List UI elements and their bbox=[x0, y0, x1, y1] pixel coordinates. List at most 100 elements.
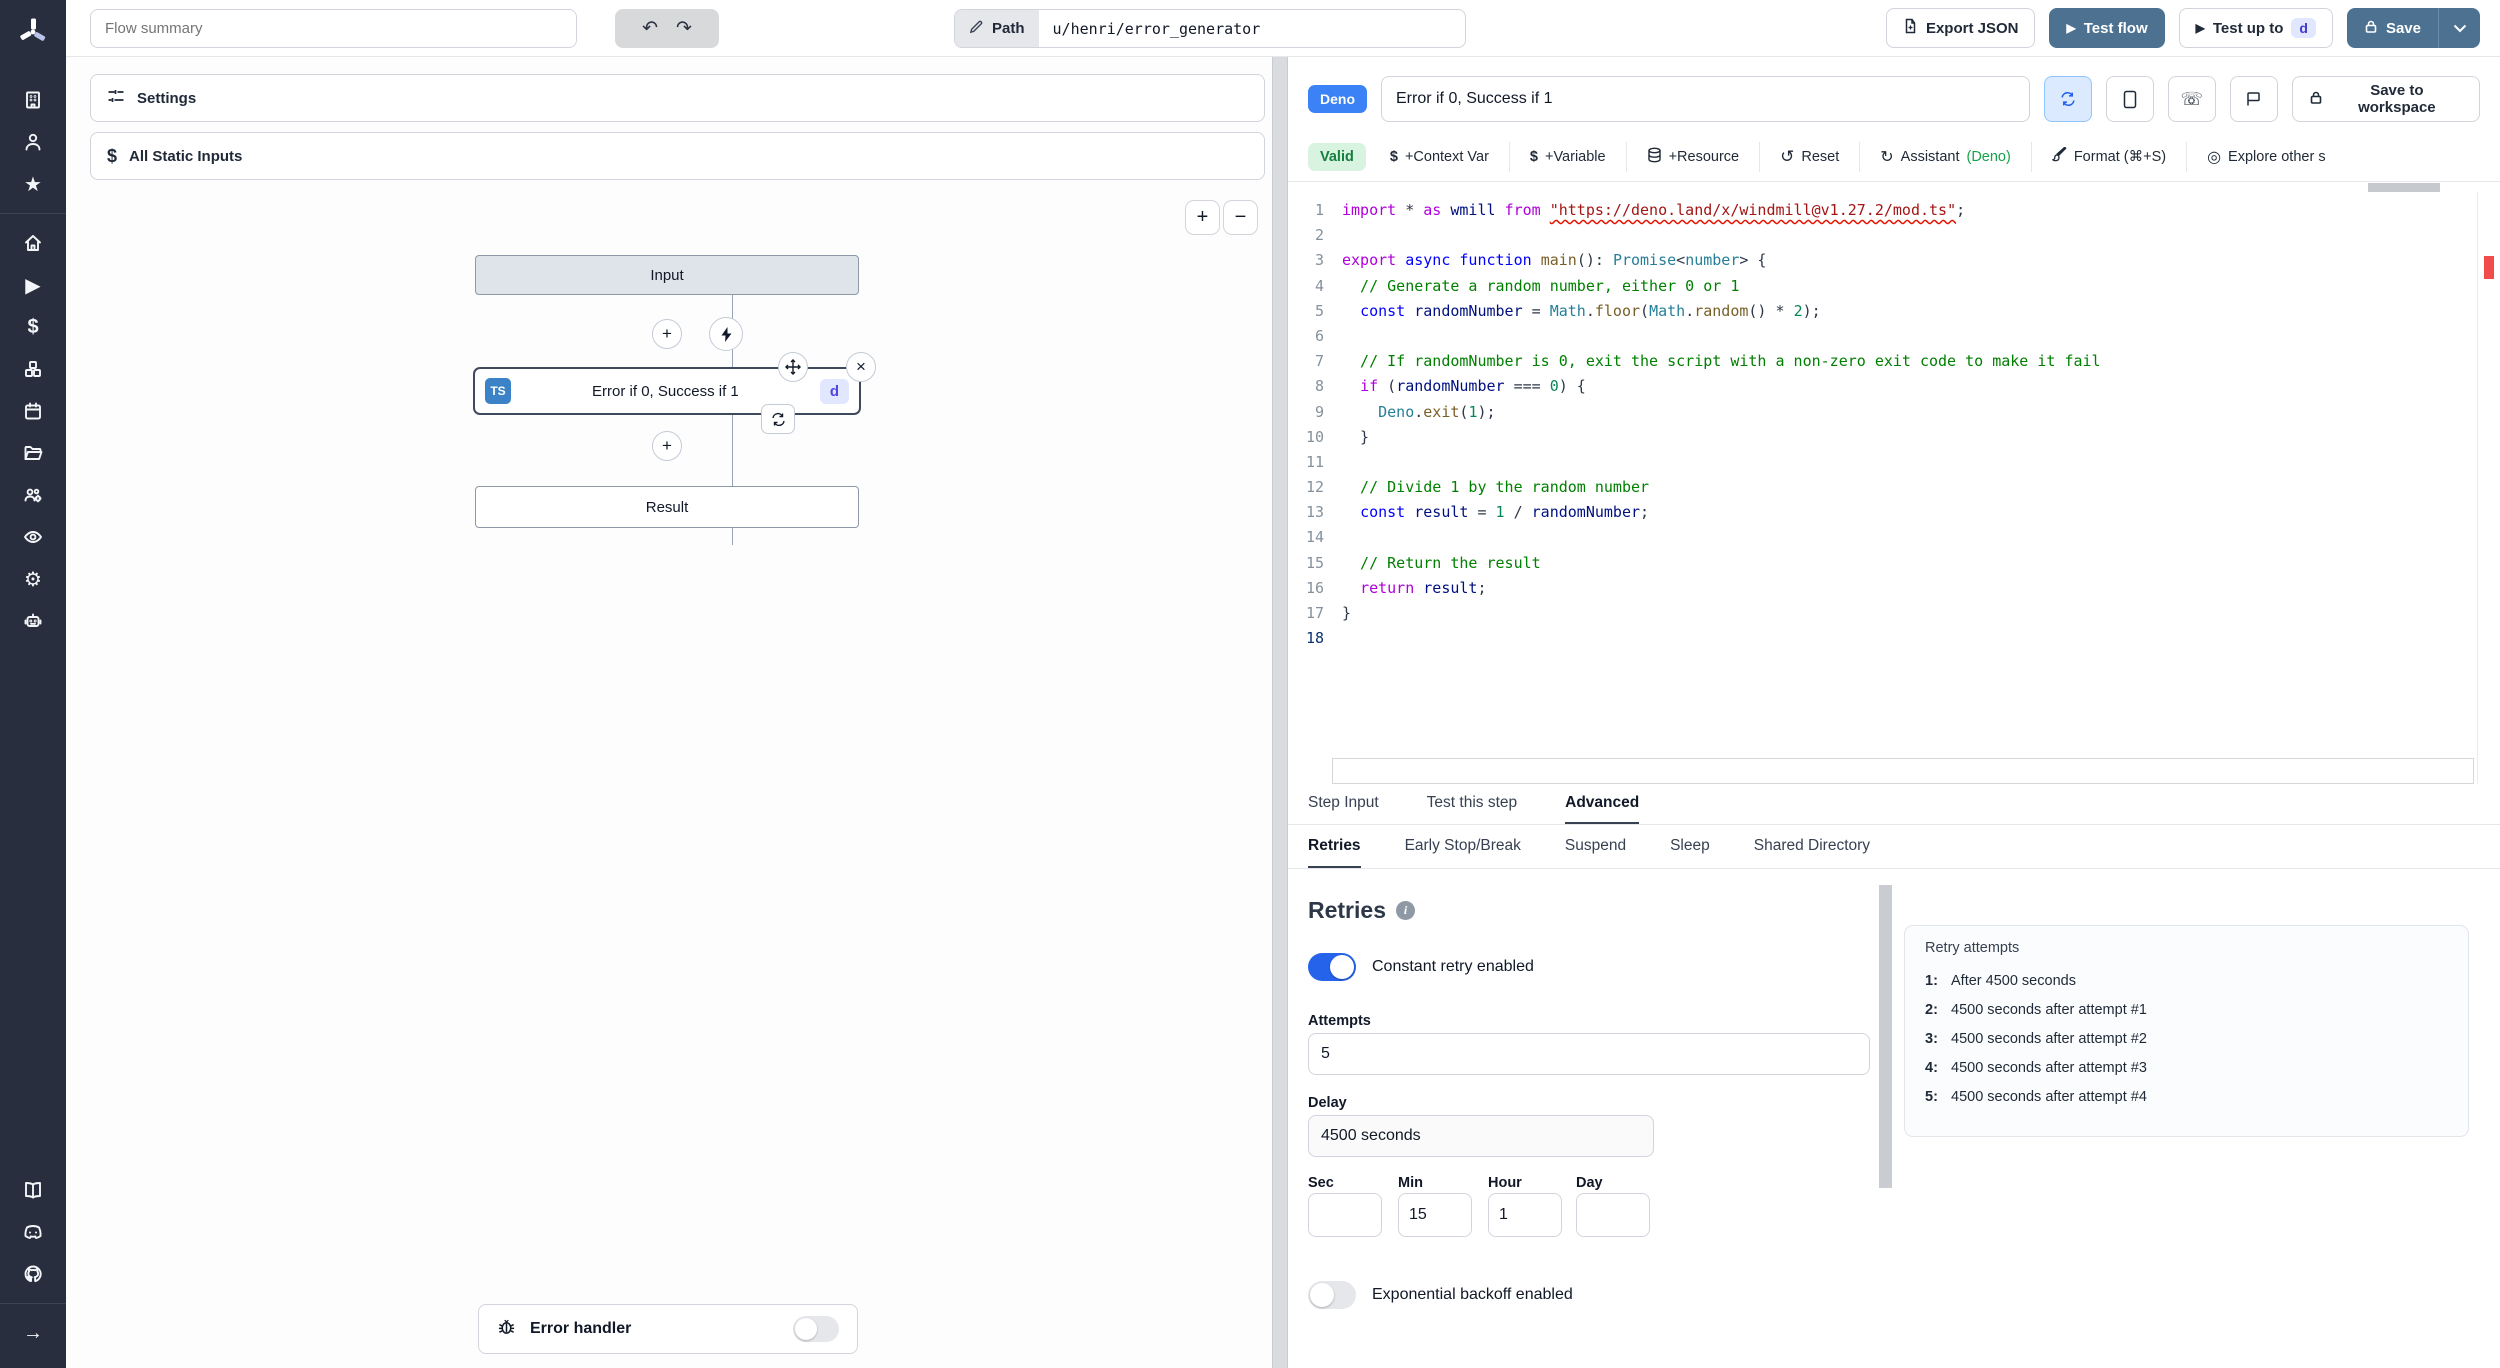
flow-input-node[interactable]: Input bbox=[475, 255, 859, 295]
step-title-input[interactable] bbox=[1381, 76, 2030, 122]
code-line[interactable]: import * as wmill from "https://deno.lan… bbox=[1342, 198, 2470, 223]
exponential-backoff-toggle[interactable] bbox=[1308, 1281, 1356, 1309]
docs-book-icon[interactable] bbox=[0, 1169, 66, 1211]
audit-eye-icon[interactable] bbox=[0, 516, 66, 558]
path-value[interactable]: u/henri/error_generator bbox=[1039, 10, 1275, 47]
subtab-shared-directory[interactable]: Shared Directory bbox=[1754, 825, 1870, 868]
save-to-workspace-button[interactable]: Save to workspace bbox=[2291, 76, 2480, 122]
code-line[interactable] bbox=[1342, 525, 2470, 550]
info-icon[interactable]: i bbox=[1395, 901, 1415, 920]
code-line[interactable]: // If randomNumber is 0, exit the script… bbox=[1342, 349, 2470, 374]
zoom-out-button[interactable]: − bbox=[1223, 200, 1258, 235]
min-input[interactable] bbox=[1398, 1193, 1472, 1237]
test-up-to-button[interactable]: ▶ Test up to d bbox=[2178, 8, 2333, 48]
code-line[interactable]: return result; bbox=[1342, 576, 2470, 601]
code-line[interactable]: Deno.exit(1); bbox=[1342, 400, 2470, 425]
flag-icon-button[interactable] bbox=[2229, 76, 2278, 122]
runs-play-icon[interactable]: ▶ bbox=[0, 264, 66, 306]
star-icon[interactable]: ★ bbox=[0, 163, 66, 205]
sync-arrows-icon-button[interactable] bbox=[2043, 76, 2092, 122]
code-editor[interactable]: 1 2 3 4 5 6 7 8 9 10 11 12 13 14 15 16 17 18 import * as … bbox=[1288, 192, 2500, 784]
code-line[interactable]: } bbox=[1342, 425, 2470, 450]
add-variable-button[interactable]: $ +Variable bbox=[1510, 149, 1626, 165]
add-step-button-bottom[interactable]: + bbox=[652, 431, 682, 461]
sec-input[interactable] bbox=[1308, 1193, 1382, 1237]
settings-label: Settings bbox=[137, 89, 197, 107]
add-step-button-top[interactable]: + bbox=[652, 319, 682, 349]
error-handler-bar[interactable]: Error handler bbox=[478, 1304, 858, 1354]
mobile-frame-icon-button[interactable] bbox=[2105, 76, 2154, 122]
path-field[interactable]: Path u/henri/error_generator bbox=[954, 9, 1466, 48]
add-context-var-button[interactable]: $ +Context Var bbox=[1370, 149, 1509, 165]
test-flow-button[interactable]: ▶ Test flow bbox=[2049, 8, 2165, 48]
error-handler-toggle[interactable] bbox=[793, 1316, 839, 1342]
flow-result-node[interactable]: Result bbox=[475, 486, 859, 528]
hour-input[interactable] bbox=[1488, 1193, 1562, 1237]
all-static-inputs-button[interactable]: $ All Static Inputs bbox=[90, 132, 1265, 180]
collapse-arrow-icon[interactable]: → bbox=[0, 1312, 66, 1354]
toolbar-scrollbar[interactable] bbox=[2368, 183, 2440, 192]
tab-advanced[interactable]: Advanced bbox=[1565, 784, 1640, 824]
phone-icon-button[interactable]: ☏ bbox=[2167, 76, 2216, 122]
building-icon[interactable] bbox=[0, 79, 66, 121]
folders-icon[interactable] bbox=[0, 432, 66, 474]
code-line[interactable]: const result = 1 / randomNumber; bbox=[1342, 500, 2470, 525]
flow-settings-button[interactable]: Settings bbox=[90, 74, 1265, 122]
redo-icon[interactable]: ↷ bbox=[676, 17, 692, 40]
code-line[interactable] bbox=[1342, 450, 2470, 475]
add-resource-button[interactable]: +Resource bbox=[1627, 147, 1760, 167]
schedules-calendar-icon[interactable] bbox=[0, 390, 66, 432]
variables-dollar-icon[interactable]: $ bbox=[0, 306, 66, 348]
save-button[interactable]: Save bbox=[2346, 8, 2438, 48]
explore-scripts-button[interactable]: ◎ Explore other s bbox=[2187, 147, 2346, 167]
line-number: 17 bbox=[1305, 604, 1324, 622]
attempts-input[interactable] bbox=[1308, 1033, 1870, 1075]
code-line[interactable]: // Generate a random number, either 0 or… bbox=[1342, 274, 2470, 299]
code-line[interactable]: } bbox=[1342, 601, 2470, 626]
code-line[interactable]: export async function main(): Promise<nu… bbox=[1342, 248, 2470, 273]
code-line[interactable] bbox=[1342, 324, 2470, 349]
discord-icon[interactable] bbox=[0, 1211, 66, 1253]
windmill-logo-icon[interactable] bbox=[17, 16, 49, 53]
panel-resize-handle[interactable] bbox=[1272, 57, 1288, 1368]
database-icon bbox=[1647, 147, 1662, 167]
subtab-sleep[interactable]: Sleep bbox=[1670, 825, 1710, 868]
code-line[interactable] bbox=[1342, 626, 2470, 651]
flow-summary-input[interactable] bbox=[90, 9, 577, 48]
trigger-bolt-button[interactable] bbox=[709, 317, 743, 351]
dollar-icon: $ bbox=[1529, 148, 1538, 165]
min-label: Min bbox=[1398, 1175, 1423, 1191]
editor-edge bbox=[2477, 192, 2478, 784]
settings-gear-icon[interactable]: ⚙ bbox=[0, 558, 66, 600]
tab-step-input[interactable]: Step Input bbox=[1308, 784, 1379, 824]
code-line[interactable]: if (randomNumber === 0) { bbox=[1342, 374, 2470, 399]
retry-attempts-list: 1: After 4500 seconds 2: 4500 seconds after… bbox=[1925, 966, 2448, 1111]
undo-icon[interactable]: ↶ bbox=[642, 17, 658, 40]
export-json-button[interactable]: Export JSON bbox=[1885, 8, 2036, 48]
workers-robot-icon[interactable] bbox=[0, 600, 66, 642]
zoom-in-button[interactable]: + bbox=[1185, 200, 1220, 235]
constant-retry-toggle[interactable] bbox=[1308, 953, 1356, 981]
save-dropdown-chevron[interactable] bbox=[2438, 8, 2480, 48]
code-line[interactable]: // Divide 1 by the random number bbox=[1342, 475, 2470, 500]
retry-indicator-button[interactable] bbox=[761, 404, 795, 434]
resources-cubes-icon[interactable] bbox=[0, 348, 66, 390]
format-button[interactable]: Format (⌘+S) bbox=[2032, 146, 2186, 166]
subtab-early-stop-break[interactable]: Early Stop/Break bbox=[1405, 825, 1521, 868]
groups-users-gear-icon[interactable] bbox=[0, 474, 66, 516]
move-step-button[interactable] bbox=[778, 352, 808, 382]
tab-test-this-step[interactable]: Test this step bbox=[1427, 784, 1517, 824]
github-icon[interactable] bbox=[0, 1253, 66, 1295]
retries-scrollbar[interactable] bbox=[1879, 885, 1892, 1188]
assistant-button[interactable]: ↻ Assistant (Deno) bbox=[1860, 147, 2031, 167]
subtab-retries[interactable]: Retries bbox=[1308, 825, 1361, 868]
code-line[interactable]: // Return the result bbox=[1342, 551, 2470, 576]
code-line[interactable] bbox=[1342, 223, 2470, 248]
subtab-suspend[interactable]: Suspend bbox=[1565, 825, 1626, 868]
code-line[interactable]: const randomNumber = Math.floor(Math.ran… bbox=[1342, 299, 2470, 324]
day-input[interactable] bbox=[1576, 1193, 1650, 1237]
delete-step-button[interactable]: × bbox=[846, 352, 876, 382]
reset-button[interactable]: ↺ Reset bbox=[1760, 147, 1859, 167]
home-icon[interactable] bbox=[0, 222, 66, 264]
user-icon[interactable] bbox=[0, 121, 66, 163]
